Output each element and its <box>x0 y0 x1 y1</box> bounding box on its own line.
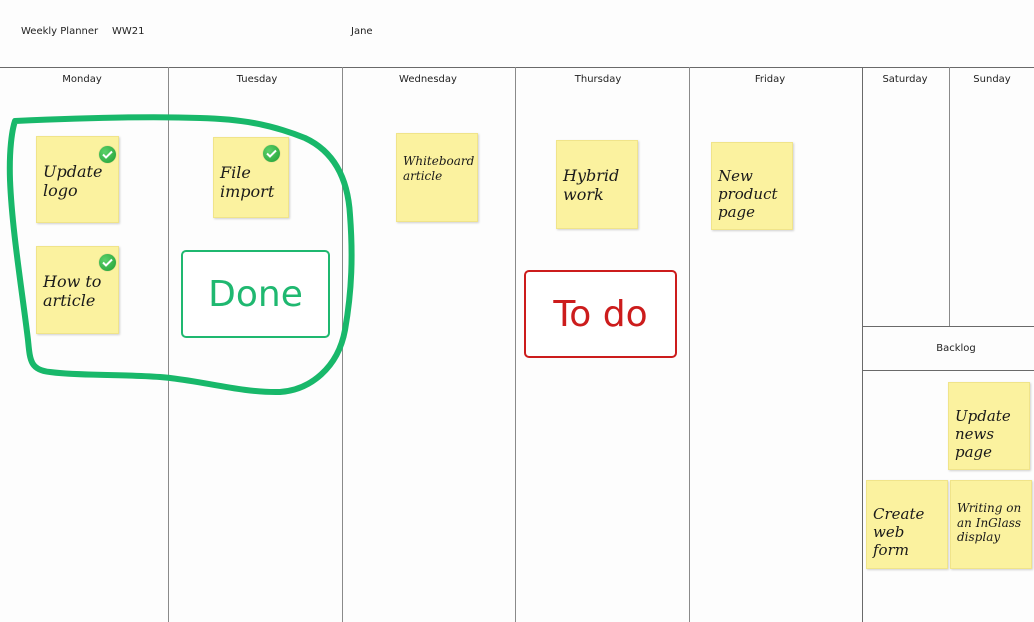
sticky-note-text: How to article <box>43 272 102 311</box>
sticky-note[interactable]: Hybrid work <box>556 140 638 229</box>
backlog-sticky-note[interactable]: Update news page <box>948 382 1030 470</box>
backlog-header-divider <box>862 370 1034 371</box>
todo-label[interactable]: To do <box>524 270 677 358</box>
backlog-sticky-note[interactable]: Writing on an InGlass display <box>950 480 1032 569</box>
header-divider <box>0 67 1034 68</box>
sticky-note-text: File import <box>220 163 275 202</box>
day-header-tuesday: Tuesday <box>236 74 278 85</box>
column-divider <box>949 67 950 327</box>
planner-title: Weekly Planner <box>21 26 99 37</box>
column-divider <box>862 67 863 622</box>
day-header-sunday: Sunday <box>973 74 1011 85</box>
todo-label-text: To do <box>553 293 648 335</box>
sticky-note[interactable]: Update logo <box>36 136 119 223</box>
sticky-note[interactable]: File import <box>213 137 289 218</box>
day-header-monday: Monday <box>62 74 102 85</box>
week-number: WW21 <box>112 26 145 37</box>
sticky-note[interactable]: New product page <box>711 142 793 230</box>
day-header-wednesday: Wednesday <box>399 74 457 85</box>
backlog-sticky-note[interactable]: Create web form <box>866 480 948 569</box>
sticky-note-text: Update logo <box>43 162 103 201</box>
sticky-note-text: Writing on an InGlass display <box>957 501 1022 545</box>
sticky-note-text: Update news page <box>955 407 1011 461</box>
sticky-note-text: New product page <box>718 167 778 221</box>
column-divider <box>168 67 169 622</box>
day-header-thursday: Thursday <box>574 74 622 85</box>
backlog-top-divider <box>862 326 1034 327</box>
checkmark-icon <box>263 145 280 162</box>
column-divider <box>342 67 343 622</box>
sticky-note-text: Create web form <box>873 505 925 559</box>
owner-name: Jane <box>351 26 373 37</box>
column-divider <box>689 67 690 622</box>
column-divider <box>515 67 516 622</box>
sticky-note-text: Hybrid work <box>563 166 620 205</box>
backlog-header: Backlog <box>936 343 976 354</box>
checkmark-icon <box>99 254 116 271</box>
sticky-note[interactable]: How to article <box>36 246 119 334</box>
day-header-saturday: Saturday <box>882 74 928 85</box>
day-header-friday: Friday <box>754 74 786 85</box>
done-label[interactable]: Done <box>181 250 330 338</box>
sticky-note[interactable]: Whiteboard article <box>396 133 478 222</box>
sticky-note-text: Whiteboard article <box>403 154 475 183</box>
checkmark-icon <box>99 146 116 163</box>
done-label-text: Done <box>208 273 303 315</box>
